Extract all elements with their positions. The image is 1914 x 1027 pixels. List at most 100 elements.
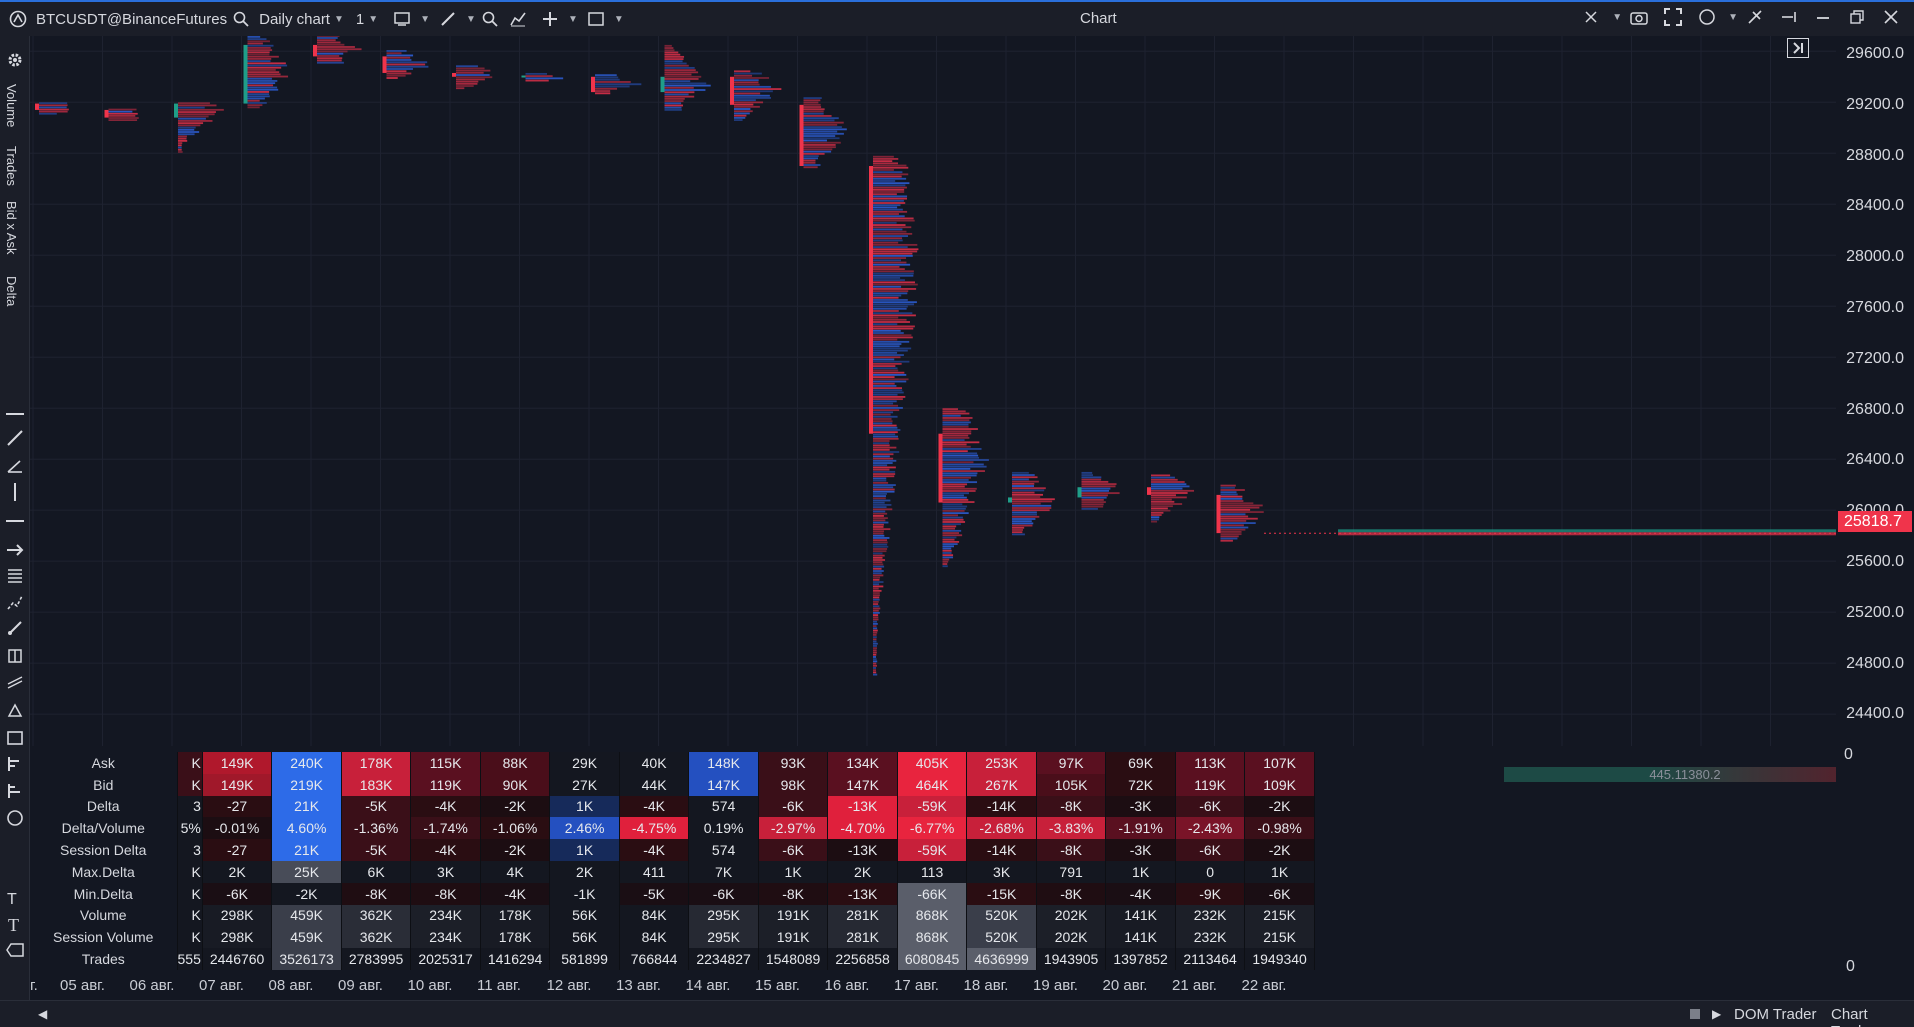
bid-volume-bar — [664, 60, 683, 63]
ask-volume-bar — [942, 498, 969, 501]
bid-volume-bar — [734, 79, 759, 82]
bar-chart-icon[interactable] — [5, 754, 25, 774]
brush-icon[interactable] — [5, 618, 25, 638]
symbol-selector[interactable]: BTCUSDT@BinanceFutures — [36, 4, 227, 34]
horizontal-line-icon[interactable] — [5, 404, 25, 424]
triangle-icon[interactable] — [5, 700, 25, 720]
bid-volume-bar — [247, 80, 278, 82]
zoom-icon[interactable] — [479, 8, 501, 30]
ask-volume-bar — [247, 53, 270, 56]
settings-gear-icon[interactable] — [5, 50, 25, 70]
dock-icon[interactable] — [1778, 6, 1800, 28]
text-icon[interactable]: T — [5, 914, 25, 934]
bid-volume-bar — [247, 60, 271, 63]
bid-volume-bar — [942, 547, 952, 550]
pin-icon[interactable] — [1580, 6, 1602, 28]
scroll-left-icon[interactable]: ◀ — [38, 1007, 47, 1021]
chevron-down-icon[interactable]: ▼ — [1612, 12, 1622, 23]
indicator-label-bid-x-ask[interactable]: Bid x Ask — [4, 201, 19, 254]
ask-volume-bar — [873, 197, 907, 200]
candle-body — [1216, 494, 1221, 534]
ask-volume-bar — [942, 487, 977, 490]
ask-volume-bar — [1081, 478, 1102, 481]
chart-trader-button[interactable]: Chart Trader — [1831, 1006, 1914, 1027]
template-dropdown[interactable]: ▼ — [388, 4, 430, 34]
camera-icon[interactable] — [1628, 6, 1650, 28]
circle-icon[interactable] — [1696, 6, 1718, 28]
ask-volume-bar — [873, 614, 879, 616]
ask-volume-bar — [1012, 531, 1023, 534]
histogram-icon[interactable] — [5, 781, 25, 801]
ray-line-icon[interactable] — [5, 511, 25, 531]
arrow-icon[interactable] — [5, 540, 25, 560]
bid-volume-bar — [873, 171, 903, 174]
trend-line-icon[interactable] — [5, 428, 25, 448]
ask-volume-bar — [1151, 514, 1162, 516]
bid-volume-bar — [873, 292, 908, 295]
indicator-label-delta[interactable]: Delta — [4, 276, 19, 306]
table-row: Trades 555 2446760 3526173 2783995 2025317 141… — [30, 948, 1315, 970]
restore-icon[interactable] — [1846, 6, 1868, 28]
drawing-dropdown[interactable]: ▼ — [434, 4, 476, 34]
period-dropdown[interactable]: 1 ▼ — [356, 4, 378, 34]
search-icon[interactable] — [230, 8, 252, 30]
table-cell: 148K — [688, 752, 759, 774]
vertical-line-icon[interactable] — [5, 482, 25, 502]
fibonacci-icon[interactable] — [5, 566, 25, 586]
candle-body — [938, 433, 943, 503]
table-cell: -27 — [202, 795, 273, 818]
ask-volume-bar — [1012, 496, 1041, 498]
fullscreen-icon[interactable] — [1662, 6, 1684, 28]
ask-volume-bar — [664, 78, 699, 80]
table-cell: 88K — [480, 752, 551, 774]
text-format-icon[interactable]: T — [5, 888, 25, 908]
table-cell: K — [177, 773, 203, 796]
chart-type-dropdown[interactable]: Daily chart ▼ — [259, 4, 344, 34]
period-label: 1 — [355, 10, 365, 28]
ask-volume-bar — [247, 73, 281, 76]
ask-volume-bar — [317, 57, 343, 60]
bid-volume-bar — [942, 507, 966, 510]
scrollbar-thumb[interactable] — [1690, 1009, 1700, 1019]
ask-volume-bar — [386, 70, 407, 73]
ask-volume-bar — [873, 283, 918, 286]
bid-volume-bar — [734, 119, 743, 122]
ruler-icon[interactable] — [5, 646, 25, 666]
ask-volume-bar — [873, 649, 877, 652]
ask-volume-bar — [1012, 480, 1039, 483]
dom-trader-button[interactable]: DOM Trader — [1734, 1006, 1817, 1023]
minimize-icon[interactable] — [1812, 6, 1834, 28]
ask-volume-bar — [942, 476, 972, 479]
label-icon[interactable] — [5, 940, 25, 960]
scroll-right-icon[interactable]: ▶ — [1712, 1007, 1721, 1021]
angle-line-icon[interactable] — [5, 456, 25, 476]
time-axis[interactable]: г. 05 авг. 06 авг. 07 авг. 08 авг. 09 авг. 10… — [30, 975, 1836, 997]
link-icon[interactable] — [1744, 6, 1766, 28]
ask-volume-bar — [1151, 511, 1164, 514]
indicator-label-trades[interactable]: Trades — [4, 146, 19, 186]
bid-volume-bar — [873, 411, 894, 414]
indicator-label-volume[interactable]: Volume — [4, 84, 19, 127]
indicators-icon[interactable] — [507, 8, 529, 30]
chevron-down-icon[interactable]: ▼ — [1728, 12, 1738, 23]
bid-volume-bar — [803, 155, 819, 158]
bid-volume-bar — [664, 93, 689, 96]
ask-volume-bar — [873, 530, 884, 533]
ask-volume-bar — [873, 213, 899, 215]
bid-volume-bar — [873, 642, 878, 645]
price-chart[interactable]: 445.11380.2 — [30, 36, 1866, 782]
ellipse-icon[interactable] — [5, 808, 25, 828]
expand-panel-icon[interactable] — [1787, 38, 1809, 58]
candle-body — [382, 56, 387, 73]
path-icon[interactable] — [5, 592, 25, 612]
date-label: 22 авг. — [1241, 977, 1287, 994]
channel-icon[interactable] — [5, 672, 25, 692]
rectangle-icon[interactable] — [5, 728, 25, 748]
ask-volume-bar — [873, 662, 877, 665]
layout-dropdown[interactable]: ▼ — [582, 4, 624, 34]
close-icon[interactable] — [1880, 6, 1902, 28]
add-dropdown[interactable]: ▼ — [536, 4, 578, 34]
table-cell: 219K — [271, 773, 342, 796]
ask-volume-bar — [873, 173, 909, 176]
app-logo-icon[interactable] — [4, 4, 32, 34]
